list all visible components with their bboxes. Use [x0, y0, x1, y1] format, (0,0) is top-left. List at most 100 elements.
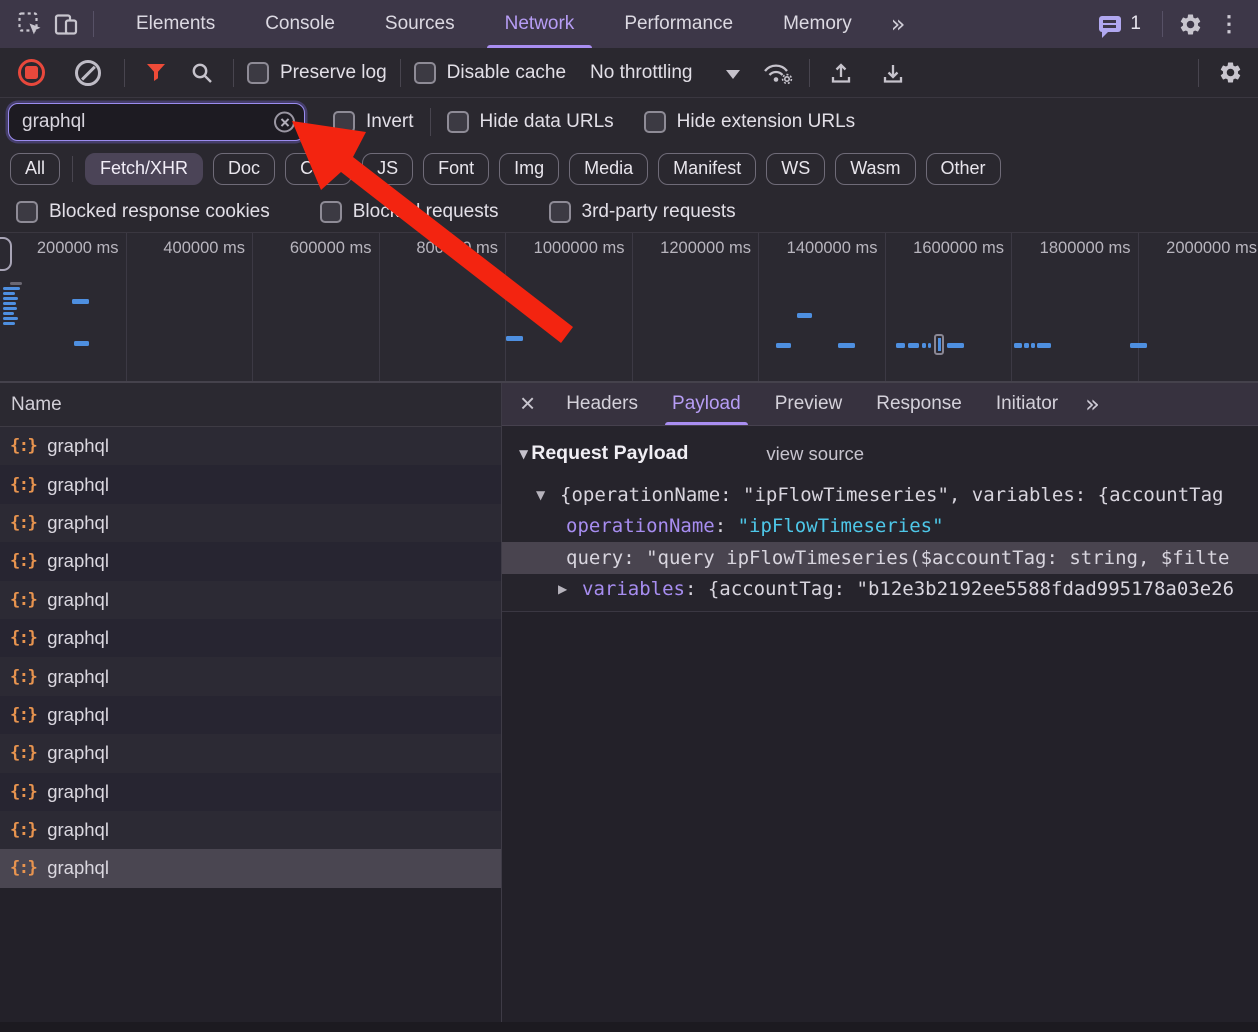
detail-tab-headers[interactable]: Headers [549, 383, 655, 425]
request-row[interactable]: {:}graphql [0, 696, 501, 734]
tab-memory[interactable]: Memory [758, 0, 877, 48]
hide-data-urls-checkbox[interactable]: Hide data URLs [447, 111, 614, 133]
network-settings-button[interactable] [1212, 55, 1248, 91]
detail-tab-payload[interactable]: Payload [655, 383, 758, 425]
tab-performance[interactable]: Performance [599, 0, 758, 48]
detail-tab-preview[interactable]: Preview [758, 383, 860, 425]
filter-chip-media[interactable]: Media [569, 153, 648, 185]
overview-request-bar [3, 322, 15, 325]
invert-checkbox[interactable]: Invert [333, 111, 414, 133]
more-detail-tabs-icon[interactable]: » [1085, 390, 1100, 418]
request-row[interactable]: {:}graphql [0, 657, 501, 695]
topbar-actions: 1 ⋮ [1093, 6, 1258, 42]
filter-chip-img[interactable]: Img [499, 153, 559, 185]
inspect-element-button[interactable] [12, 6, 48, 42]
filter-chip-font[interactable]: Font [423, 153, 489, 185]
settings-button[interactable] [1172, 6, 1208, 42]
tree-toggle-icon[interactable]: ▶ [558, 582, 582, 596]
filter-toggle-button[interactable] [138, 55, 174, 91]
network-conditions-button[interactable] [760, 55, 796, 91]
filter-chip-fetch-xhr[interactable]: Fetch/XHR [85, 153, 203, 185]
request-row[interactable]: {:}graphql [0, 465, 501, 503]
search-icon [190, 61, 214, 85]
filter-chip-manifest[interactable]: Manifest [658, 153, 756, 185]
filter-checkbox-blocked-requests[interactable]: Blocked requests [320, 201, 499, 223]
tab-elements[interactable]: Elements [111, 0, 240, 48]
detail-tab-strip: HeadersPayloadPreviewResponseInitiator [549, 383, 1075, 425]
filter-input[interactable] [9, 111, 304, 133]
detail-tab-response[interactable]: Response [859, 383, 979, 425]
panel-tab-strip: ElementsConsoleSourcesNetworkPerformance… [111, 0, 877, 48]
record-button[interactable] [18, 59, 45, 86]
payload-tree-row[interactable]: ▼{operationName: "ipFlowTimeseries", var… [502, 479, 1258, 511]
filter-chip-all[interactable]: All [10, 153, 60, 185]
import-har-button[interactable] [823, 55, 859, 91]
preserve-log-checkbox[interactable]: Preserve log [247, 62, 387, 84]
overview-request-bar [10, 282, 22, 285]
request-row[interactable]: {:}graphql [0, 849, 501, 887]
request-row[interactable]: {:}graphql [0, 619, 501, 657]
tab-network[interactable]: Network [480, 0, 600, 48]
filter-chip-ws[interactable]: WS [766, 153, 825, 185]
request-name: graphql [47, 627, 109, 649]
disable-cache-checkbox[interactable]: Disable cache [414, 62, 566, 84]
name-column-header[interactable]: Name [0, 383, 501, 427]
search-button[interactable] [184, 55, 220, 91]
request-row[interactable]: {:}graphql [0, 504, 501, 542]
payload-tree-row[interactable]: query: "query ipFlowTimeseries($accountT… [502, 542, 1258, 574]
request-row[interactable]: {:}graphql [0, 773, 501, 811]
device-toolbar-button[interactable] [48, 6, 84, 42]
filter-row: Invert Hide data URLs Hide extension URL… [0, 98, 1258, 146]
export-har-button[interactable] [875, 55, 911, 91]
close-details-icon[interactable]: × [502, 390, 549, 418]
console-messages-button[interactable]: 1 [1093, 13, 1147, 35]
advanced-filter-row: Blocked response cookies Blocked requests… [0, 191, 1258, 233]
main-split: Name {:}graphql{:}graphql{:}graphql{:}gr… [0, 383, 1258, 1032]
request-row[interactable]: {:}graphql [0, 427, 501, 465]
filter-chip-css[interactable]: CSS [285, 153, 352, 185]
name-header-label: Name [11, 394, 62, 416]
checkbox-icon [447, 111, 469, 133]
filter-checkbox-blocked-response-cookies[interactable]: Blocked response cookies [16, 201, 270, 223]
filter-chip-wasm[interactable]: Wasm [835, 153, 915, 185]
payload-empty-area [502, 612, 1258, 1032]
xhr-type-icon: {:} [10, 820, 36, 840]
message-bubble-icon [1099, 16, 1121, 32]
inspect-cursor-icon [17, 11, 44, 38]
overview-request-bar [896, 343, 905, 348]
request-name: graphql [47, 550, 109, 572]
request-row[interactable]: {:}graphql [0, 542, 501, 580]
overview-time-label: 200000 ms [37, 239, 119, 257]
separator [809, 59, 810, 87]
clear-network-log-button[interactable] [75, 60, 101, 86]
payload-tree-row[interactable]: operationName: "ipFlowTimeseries" [502, 511, 1258, 543]
tab-console[interactable]: Console [240, 0, 360, 48]
overview-request-bar [74, 341, 89, 346]
hide-extension-urls-checkbox[interactable]: Hide extension URLs [644, 111, 855, 133]
filter-chip-other[interactable]: Other [926, 153, 1001, 185]
preserve-log-label: Preserve log [280, 62, 387, 84]
overview-time-label: 2000000 ms [1166, 239, 1257, 257]
payload-tree-row[interactable]: ▶variables: {accountTag: "b12e3b2192ee55… [502, 574, 1258, 606]
request-row[interactable]: {:}graphql [0, 581, 501, 619]
request-details-panel: × HeadersPayloadPreviewResponseInitiator… [502, 383, 1258, 1032]
filter-chip-js[interactable]: JS [362, 153, 413, 185]
payload-section-header[interactable]: ▼ Request Payload view source [502, 426, 1258, 469]
overview-grip-handle[interactable] [0, 237, 12, 271]
throttling-select[interactable]: No throttling [590, 62, 740, 84]
tab-sources[interactable]: Sources [360, 0, 480, 48]
filter-chip-doc[interactable]: Doc [213, 153, 275, 185]
message-count: 1 [1130, 13, 1141, 35]
view-source-link[interactable]: view source [766, 443, 864, 465]
filter-checkbox-3rd-party-requests[interactable]: 3rd-party requests [549, 201, 736, 223]
detail-tab-initiator[interactable]: Initiator [979, 383, 1075, 425]
overview-time-label: 800000 ms [416, 239, 498, 257]
kebab-menu-icon[interactable]: ⋮ [1208, 13, 1250, 35]
network-overview[interactable]: 200000 ms400000 ms600000 ms800000 ms1000… [0, 233, 1258, 383]
overview-request-bar [72, 299, 89, 304]
request-row[interactable]: {:}graphql [0, 811, 501, 849]
request-row[interactable]: {:}graphql [0, 734, 501, 772]
tree-toggle-icon[interactable]: ▼ [536, 488, 560, 502]
more-panels-icon[interactable]: » [877, 10, 920, 38]
clear-filter-icon[interactable] [274, 112, 295, 133]
